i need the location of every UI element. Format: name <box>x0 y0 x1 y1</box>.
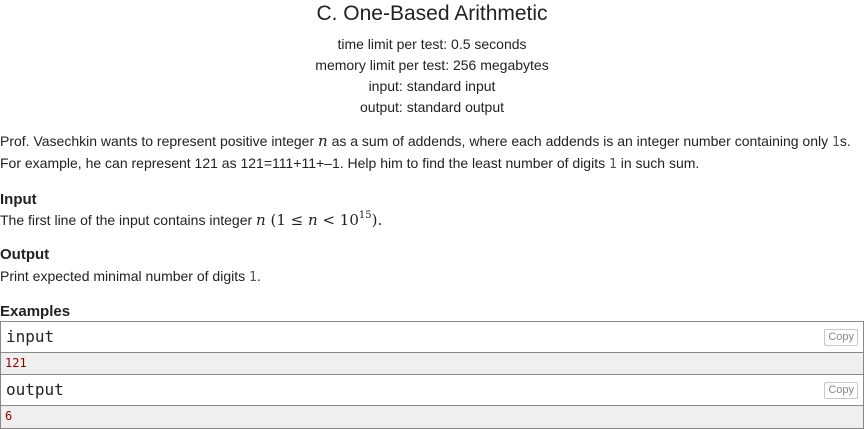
statement-text: s. <box>839 133 851 149</box>
output-file: output: standard output <box>360 99 504 115</box>
example-output-label: output <box>6 380 64 399</box>
problem-page: C. One-Based Arithmetic time limit per t… <box>0 0 864 429</box>
output-text: . <box>256 268 261 284</box>
inline-code: 1 <box>609 157 617 172</box>
example-output-body: 6 <box>1 406 863 428</box>
statement-text: as a sum of addends, where each addends … <box>327 133 833 149</box>
copy-output-button[interactable]: Copy <box>824 382 858 399</box>
time-limit: time limit per test: 0.5 seconds <box>337 36 527 52</box>
output-description: Print expected minimal number of digits … <box>0 267 261 287</box>
statement-paragraph-1: Prof. Vasechkin wants to represent posit… <box>0 132 851 152</box>
math-expression: < 10 <box>317 211 359 229</box>
inline-code: 1 <box>249 270 257 285</box>
example-output-value: 6 <box>5 409 13 423</box>
statement-text: For example, he can represent 121 as 121… <box>0 155 609 171</box>
example-output-header: output Copy <box>1 375 863 406</box>
output-heading: Output <box>0 246 50 263</box>
example-input-value: 121 <box>5 356 27 370</box>
input-description: The first line of the input contains int… <box>0 210 383 232</box>
math-expression: ). <box>371 211 383 229</box>
output-text: Print expected minimal number of digits <box>0 268 249 284</box>
example-input-header: input Copy <box>1 322 863 353</box>
math-variable: n <box>256 211 266 229</box>
statement-text: in such sum. <box>616 155 700 171</box>
math-exponent: 15 <box>358 210 372 221</box>
math-variable: n <box>318 132 328 150</box>
memory-limit: memory limit per test: 256 megabytes <box>315 57 549 73</box>
math-expression: (1 ≤ <box>265 211 308 229</box>
statement-text: Prof. Vasechkin wants to represent posit… <box>0 133 319 149</box>
input-text: The first line of the input contains int… <box>0 212 257 228</box>
copy-input-button[interactable]: Copy <box>824 329 858 346</box>
problem-title: C. One-Based Arithmetic <box>316 2 548 25</box>
example-output-box: output Copy 6 <box>0 374 864 429</box>
math-variable: n <box>308 211 318 229</box>
statement-paragraph-2: For example, he can represent 121 as 121… <box>0 154 699 174</box>
examples-heading: Examples <box>0 303 71 320</box>
example-input-box: input Copy 121 <box>0 321 864 376</box>
inline-code: 1 <box>832 135 840 150</box>
example-input-body: 121 <box>1 353 863 375</box>
example-input-label: input <box>6 327 55 346</box>
input-heading: Input <box>0 191 37 208</box>
input-file: input: standard input <box>368 78 496 94</box>
